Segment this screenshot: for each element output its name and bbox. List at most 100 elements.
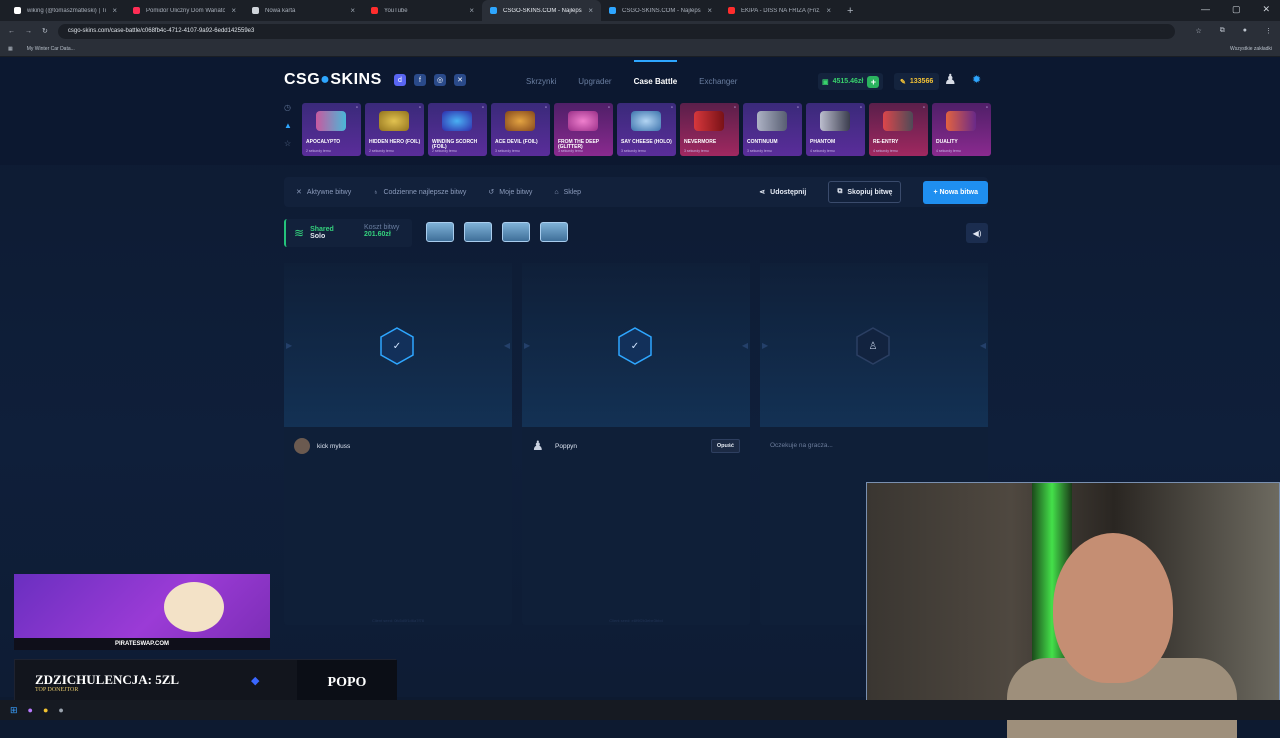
history-icon: ↺ <box>488 189 495 196</box>
badge-icon: ◆ <box>251 675 260 687</box>
arrow-right-icon: ▶ <box>286 341 293 350</box>
leave-button[interactable]: Opuść <box>710 439 740 453</box>
daily-best-battles-tab[interactable]: ♁ Codzienne najlepsze bitwy <box>373 189 466 196</box>
drop-card[interactable]: ▫ FROM THE DEEP (GLITTER) 3 sekundy temu <box>554 103 613 156</box>
browser-tab[interactable]: Nowa karta × <box>244 0 363 21</box>
drop-card[interactable]: ▫ PHANTOM 4 sekundy temu <box>806 103 865 156</box>
close-icon[interactable]: × <box>469 6 474 15</box>
csgo-skins-icon <box>609 7 616 14</box>
close-icon[interactable]: × <box>826 6 831 15</box>
drop-card[interactable]: ▫ WINDING SCORCH (FOIL) 2 sekundy temu <box>428 103 487 156</box>
skin-image <box>883 111 913 131</box>
browser-tab[interactable]: EKIPA - DISS NA FRIZA (Friz, Ka× <box>720 0 839 21</box>
close-icon[interactable]: ✕ <box>1262 4 1270 15</box>
user-avatar[interactable]: ♟ <box>944 71 964 91</box>
drop-card[interactable]: ▫ APOCALYPTO 2 sekundy temu <box>302 103 361 156</box>
extensions-icon[interactable]: ⧉ <box>1220 27 1225 35</box>
maximize-icon[interactable]: ▢ <box>1232 4 1241 15</box>
address-bar[interactable]: csgo-skins.com/case-battle/c068fb4c-4712… <box>57 23 1176 39</box>
youtube-icon <box>371 7 378 14</box>
nav-exchanger[interactable]: Exchanger <box>699 77 737 86</box>
new-tab-button[interactable]: + <box>847 5 853 17</box>
nav-cases[interactable]: Skrzynki <box>526 77 556 86</box>
close-icon[interactable]: ▫ <box>419 105 421 111</box>
close-icon[interactable]: ▫ <box>923 105 925 111</box>
facebook-icon[interactable]: f <box>414 74 426 86</box>
close-icon[interactable]: ▫ <box>986 105 988 111</box>
back-icon[interactable]: ← <box>8 28 15 35</box>
new-battle-button[interactable]: + Nowa bitwa <box>923 180 988 204</box>
close-icon[interactable]: ▫ <box>734 105 736 111</box>
browser-tab[interactable]: Pomidor Uliczny Dom Wariatów × <box>125 0 244 21</box>
close-icon[interactable]: ▫ <box>608 105 610 111</box>
deposit-button[interactable]: + <box>867 75 880 88</box>
close-icon[interactable]: × <box>112 6 117 15</box>
reload-icon[interactable]: ↻ <box>42 27 48 35</box>
close-icon[interactable]: × <box>350 6 355 15</box>
close-icon[interactable]: ▫ <box>860 105 862 111</box>
drop-card[interactable]: ▫ NEVERMORE 3 sekundy temu <box>680 103 739 156</box>
chrome-icon[interactable]: ● <box>43 705 48 715</box>
points-display[interactable]: ✎ 133566 <box>894 73 940 90</box>
youtube-icon <box>133 7 140 14</box>
close-icon[interactable]: ▫ <box>482 105 484 111</box>
profile-icon[interactable]: ● <box>1243 27 1247 35</box>
drop-card[interactable]: ▫ CONTINUUM 3 sekundy temu <box>743 103 802 156</box>
close-icon[interactable]: ▫ <box>671 105 673 111</box>
site-logo[interactable]: CSG●SKINS <box>284 71 382 89</box>
sticker-image <box>442 111 472 131</box>
close-icon[interactable]: ▫ <box>545 105 547 111</box>
copy-battle-button[interactable]: ⧉ Skopiuj bitwę <box>828 181 902 203</box>
cart-icon: ⌂ <box>554 188 559 196</box>
thumbs-up-icon[interactable]: ▲ <box>284 121 292 130</box>
balance-display[interactable]: ▣ 4515.46zł + <box>818 73 884 90</box>
browser-tab[interactable]: YouTube × <box>363 0 482 21</box>
app-icon[interactable]: ● <box>28 705 33 715</box>
discord-icon[interactable]: d <box>394 74 406 86</box>
copy-icon: ⧉ <box>837 188 843 195</box>
close-icon[interactable]: ▫ <box>356 105 358 111</box>
star-icon[interactable]: ☆ <box>1195 27 1201 35</box>
browser-tab[interactable]: CSGO-SKINS.COM - Najlepsze × <box>601 0 720 21</box>
drop-card[interactable]: ▫ DUALITY 4 sekundy temu <box>932 103 991 156</box>
browser-tab-active[interactable]: CSGO-SKINS.COM - Najlepsze × <box>482 0 601 21</box>
close-icon[interactable]: × <box>231 6 236 15</box>
skin-image <box>694 111 724 131</box>
skin-image <box>757 111 787 131</box>
drop-card[interactable]: ▫ RE-ENTRY 4 sekundy temu <box>869 103 928 156</box>
settings-gear-icon[interactable]: ✹ <box>972 73 988 89</box>
close-icon[interactable]: ▫ <box>797 105 799 111</box>
avatar <box>294 438 310 454</box>
star-icon[interactable]: ☆ <box>284 139 292 148</box>
clock-icon[interactable]: ◷ <box>284 103 292 112</box>
drop-card[interactable]: ▫ ACE DEVIL (FOIL) 3 sekundy temu <box>491 103 550 156</box>
browser-tab[interactable]: wiking (@tomaszmatleski) | Tik × <box>6 0 125 21</box>
close-icon[interactable]: × <box>588 6 593 15</box>
nav-case-battle[interactable]: Case Battle <box>633 60 677 86</box>
site-header: CSG●SKINS d f ◎ ✕ Skrzynki Upgrader Case… <box>0 57 1280 165</box>
app-icon[interactable]: ● <box>58 705 63 715</box>
donation-alert: ZDZICHULENCJA: 5ZL TOP DONEJTOR ◆ POPO <box>14 659 397 706</box>
windows-start-icon[interactable]: ⊞ <box>10 705 18 716</box>
close-icon[interactable]: × <box>707 6 712 15</box>
share-button[interactable]: ⋖ Udostępnij <box>759 188 806 197</box>
instagram-icon[interactable]: ◎ <box>434 74 446 86</box>
drop-card[interactable]: ▫ SAY CHEESE (HOLO) 3 sekundy temu <box>617 103 676 156</box>
avatar: ♟ <box>532 438 544 453</box>
live-drops: ▫ APOCALYPTO 2 sekundy temu ▫ HIDDEN HERO (… <box>302 103 991 156</box>
active-battles-tab[interactable]: ✕ Aktywne bitwy <box>296 188 351 197</box>
nav-upgrader[interactable]: Upgrader <box>578 77 611 86</box>
skin-image <box>316 111 346 131</box>
sponsor-ad: PIRATESWAP.COM <box>14 574 270 650</box>
menu-icon[interactable]: ⋮ <box>1265 27 1272 35</box>
my-battles-tab[interactable]: ↺ Moje bitwy <box>488 188 532 197</box>
forward-icon[interactable]: → <box>25 28 32 35</box>
all-bookmarks[interactable]: Wszystkie zakładki <box>1230 46 1272 52</box>
minimize-icon[interactable]: — <box>1201 4 1210 15</box>
drop-card[interactable]: ▫ HIDDEN HERO (FOIL) 2 sekundy temu <box>365 103 424 156</box>
bookmark-item[interactable]: My Winter Car Data... <box>27 46 75 52</box>
apps-icon[interactable]: ▦ <box>8 46 13 52</box>
x-icon[interactable]: ✕ <box>454 74 466 86</box>
sound-toggle-icon[interactable]: ◀) <box>966 223 988 243</box>
shop-tab[interactable]: ⌂ Sklep <box>554 189 581 196</box>
